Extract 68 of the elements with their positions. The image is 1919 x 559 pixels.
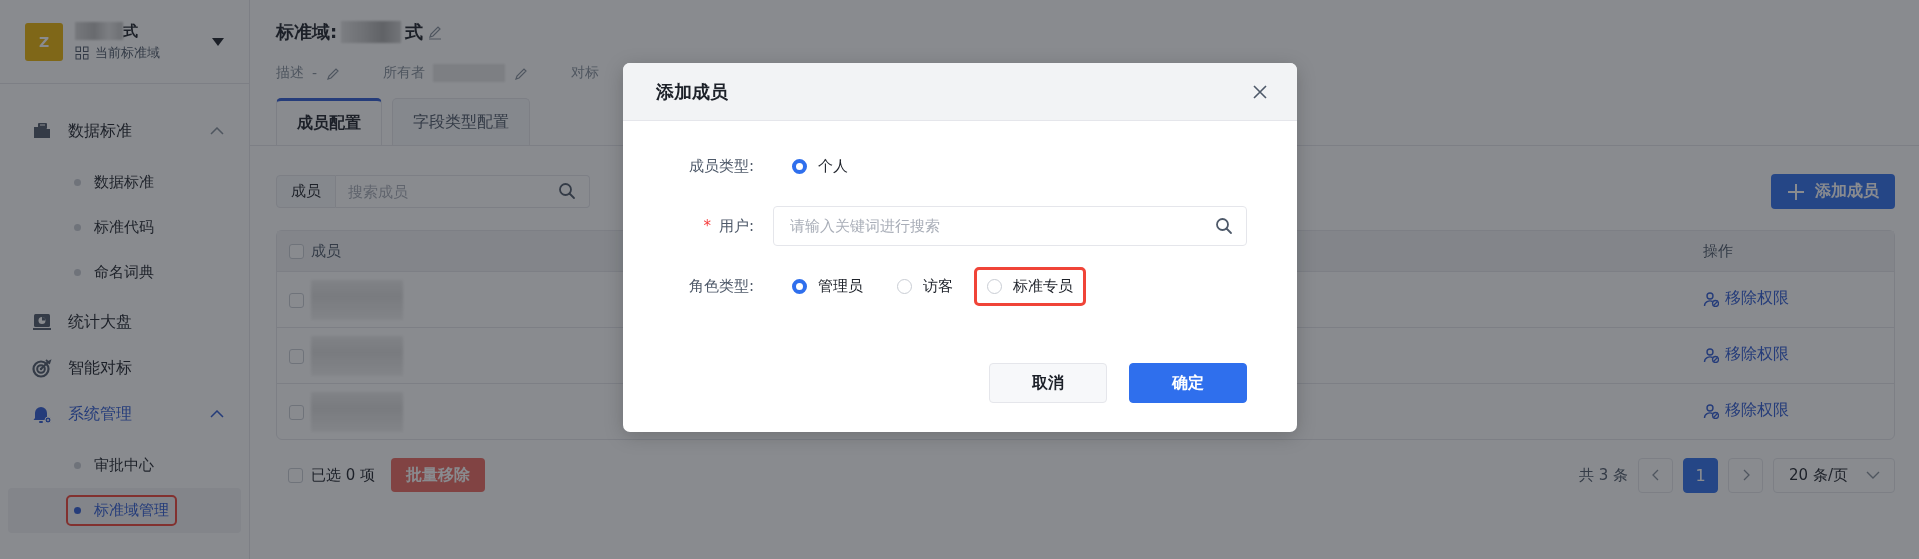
- edit-icon: [325, 66, 340, 80]
- redacted-text: [341, 21, 402, 43]
- meta-label: 描述: [276, 64, 304, 82]
- sidebar-group[interactable]: 智能对标: [0, 345, 249, 391]
- remove-permission-link[interactable]: 移除权限: [1703, 288, 1789, 310]
- selected-count-text: 已选 0 项: [311, 465, 376, 485]
- user-search-field[interactable]: 请输入关键词进行搜索: [773, 206, 1247, 246]
- cancel-button[interactable]: 取消: [989, 363, 1107, 403]
- confirm-button[interactable]: 确定: [1129, 363, 1247, 403]
- dropdown-caret-icon: [212, 37, 224, 46]
- user-remove-icon: [1703, 402, 1719, 419]
- search-icon: [1215, 217, 1233, 235]
- checkbox[interactable]: [288, 467, 303, 483]
- radio-option[interactable]: 个人: [779, 146, 861, 186]
- grid-icon: [75, 45, 89, 60]
- radio-button[interactable]: [792, 278, 807, 294]
- radio-button[interactable]: [792, 158, 807, 174]
- remove-permission-link[interactable]: 移除权限: [1703, 400, 1789, 422]
- checkbox[interactable]: [289, 292, 304, 308]
- sidebar-item[interactable]: 数据标准: [8, 160, 241, 205]
- meta-label: 所有者: [383, 64, 426, 82]
- tab[interactable]: 成员配置: [276, 98, 382, 145]
- radio-option[interactable]: 标准专员: [974, 266, 1086, 306]
- tab[interactable]: 字段类型配置: [392, 98, 530, 145]
- sidebar-item[interactable]: 命名词典: [8, 250, 241, 295]
- remove-permission-link[interactable]: 移除权限: [1703, 344, 1789, 366]
- chevron-left-icon: [1651, 469, 1660, 481]
- target-icon: [32, 358, 52, 378]
- meta-value: -: [312, 65, 318, 81]
- page-title-label: 标准域:: [276, 20, 338, 44]
- workspace-avatar: Z: [25, 22, 63, 61]
- edit-icon: [513, 66, 528, 80]
- search-icon: [558, 182, 576, 200]
- sidebar-item[interactable]: 标准代码: [8, 205, 241, 250]
- field-label: 成员类型:: [688, 156, 754, 175]
- checkbox[interactable]: [289, 348, 304, 364]
- sidebar-item[interactable]: 审批中心: [8, 443, 241, 488]
- user-remove-icon: [1703, 290, 1719, 307]
- edit-icon: [427, 24, 444, 40]
- bell-gear-icon: [32, 404, 52, 424]
- search-prefix-label: 成员: [276, 175, 336, 208]
- sidebar-group[interactable]: 系统管理: [0, 391, 249, 437]
- meta-label: 对标: [571, 64, 600, 82]
- plus-icon: [1787, 182, 1805, 201]
- page-title-value: 式: [405, 20, 424, 44]
- add-member-button[interactable]: 添加成员: [1771, 174, 1895, 209]
- monitor-icon: [32, 312, 52, 332]
- total-count-text: 共 3 条: [1579, 465, 1629, 485]
- workspace-name: 式: [123, 21, 138, 41]
- previous-page-button[interactable]: [1638, 457, 1674, 493]
- sidebar-group[interactable]: 数据标准: [0, 108, 249, 154]
- workspace-subtitle: 当前标准域: [95, 43, 160, 62]
- column-header: 操作: [1702, 231, 1894, 271]
- chevron-down-icon: [1866, 471, 1880, 479]
- sidebar-item[interactable]: 标准域管理: [8, 488, 241, 533]
- page-button[interactable]: 1: [1683, 457, 1719, 493]
- sidebar-group[interactable]: 统计大盘: [0, 299, 249, 345]
- page-size-select[interactable]: 20 条/页: [1773, 457, 1895, 493]
- field-label: 角色类型:: [688, 276, 754, 295]
- checkbox[interactable]: [289, 244, 304, 259]
- next-page-button[interactable]: [1728, 457, 1764, 493]
- checkbox[interactable]: [289, 404, 304, 420]
- close-icon[interactable]: [1253, 84, 1267, 99]
- user-remove-icon: [1703, 346, 1719, 363]
- chevron-right-icon: [1741, 469, 1750, 481]
- redacted-text: [75, 22, 123, 40]
- folder-icon: [32, 121, 52, 141]
- dialog-title: 添加成员: [656, 79, 728, 104]
